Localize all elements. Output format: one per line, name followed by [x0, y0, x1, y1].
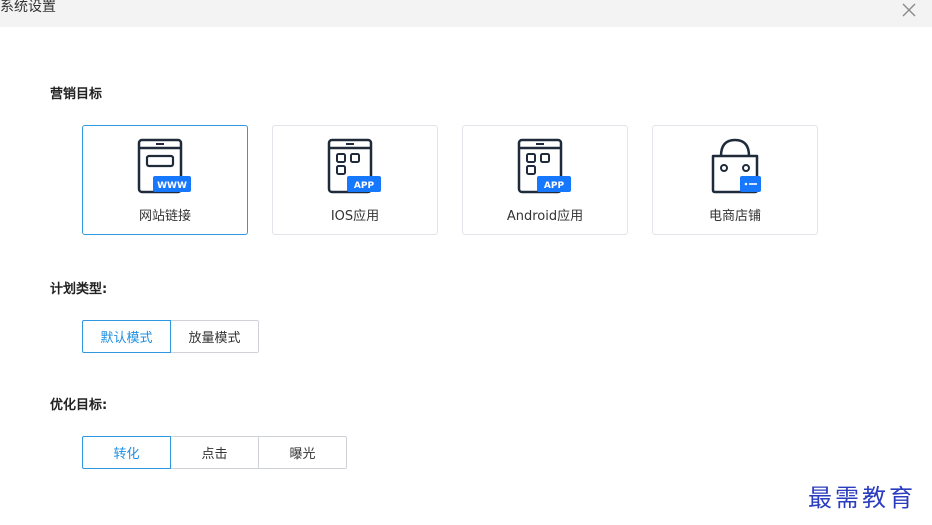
goal-card-shop[interactable]: 电商店铺 [652, 125, 818, 235]
ios-app-icon: APP [326, 138, 384, 200]
goal-card-label: 电商店铺 [708, 209, 761, 224]
shop-icon [706, 138, 764, 200]
title-bar: 系统设置 [0, 0, 932, 27]
goal-card-label: IOS应用 [330, 209, 380, 224]
optimize-conversion-button[interactable]: 转化 [82, 436, 171, 469]
plan-type-default-button[interactable]: 默认模式 [82, 320, 171, 353]
optimize-goal-selector: 转化 点击 曝光 [82, 436, 347, 469]
window-title: 系统设置 [0, 0, 56, 15]
goal-card-website[interactable]: WWW 网站链接 [82, 125, 248, 235]
goal-card-label: Android应用 [506, 209, 584, 224]
optimize-goal-label: 优化目标: [50, 398, 108, 413]
goal-card-label: 网站链接 [138, 209, 191, 224]
web-link-icon: WWW [136, 138, 194, 200]
watermark: 最需教育 [808, 484, 916, 512]
card-badge: APP [354, 181, 375, 191]
optimize-click-button[interactable]: 点击 [170, 436, 259, 469]
goal-card-android[interactable]: APP Android应用 [462, 125, 628, 235]
android-app-icon: APP [516, 138, 574, 200]
close-icon[interactable] [897, 0, 921, 22]
marketing-goal-label: 营销目标 [50, 87, 103, 102]
goal-card-ios[interactable]: APP IOS应用 [272, 125, 438, 235]
plan-type-selector: 默认模式 放量模式 [82, 320, 259, 353]
card-badge: APP [544, 181, 565, 191]
plan-type-volume-button[interactable]: 放量模式 [170, 320, 259, 353]
card-badge: WWW [157, 181, 187, 191]
plan-type-label: 计划类型: [50, 282, 108, 297]
optimize-exposure-button[interactable]: 曝光 [258, 436, 347, 469]
